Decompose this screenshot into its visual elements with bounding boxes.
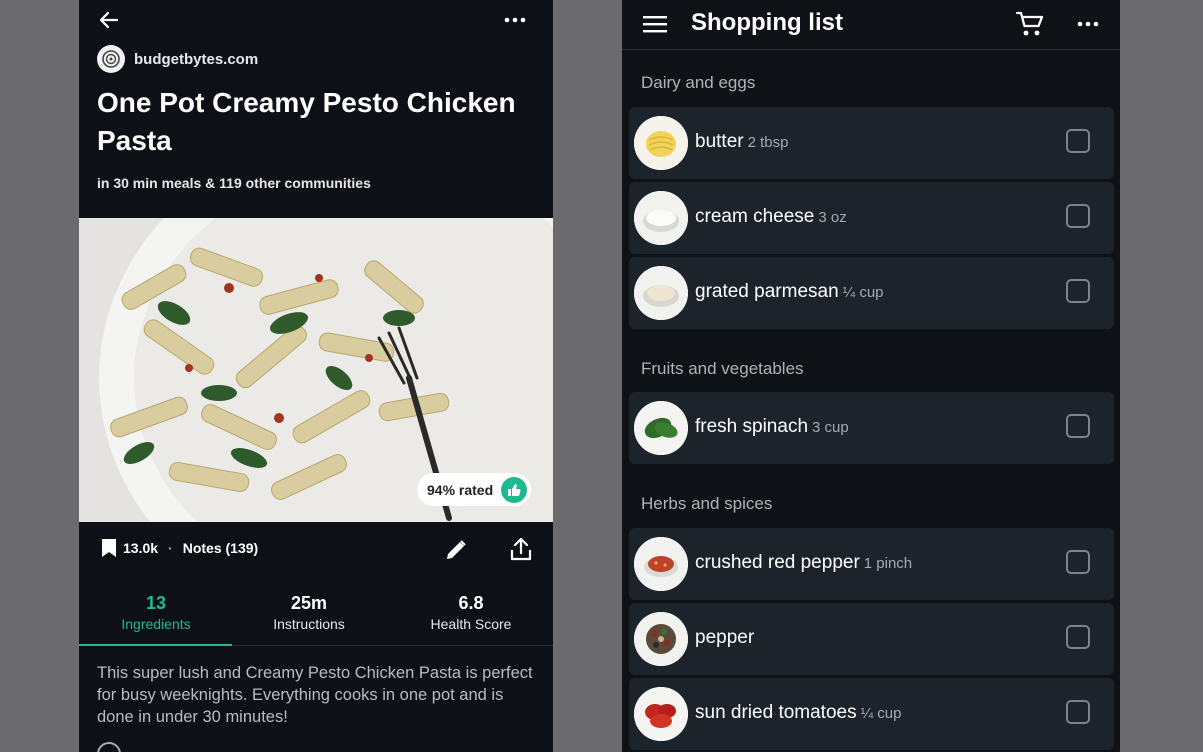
item-quantity: ¼ cup (860, 705, 902, 722)
shopping-topbar: Shopping list (622, 0, 1120, 50)
item-quantity: 3 oz (818, 209, 847, 226)
item-label: grated parmesan ¼ cup (695, 281, 884, 303)
crushed-red-pepper-image (634, 537, 688, 591)
list-item-butter[interactable]: butter 2 tbsp (629, 107, 1114, 179)
item-checkbox[interactable] (1066, 129, 1090, 153)
item-quantity: 3 cup (812, 419, 849, 436)
edit-pencil-icon[interactable] (444, 538, 468, 562)
rating-label: 94% rated (427, 481, 494, 498)
shopping-list-screen: Shopping list Dairy and eggs butter 2 tbs… (622, 0, 1120, 752)
recipe-screen: budgetbytes.com One Pot Creamy Pesto Chi… (79, 0, 553, 752)
item-checkbox[interactable] (1066, 550, 1090, 574)
thumbs-up-icon (501, 476, 528, 503)
pepper-image (634, 612, 688, 666)
item-name: sun dried tomatoes (695, 702, 857, 723)
item-name: cream cheese (695, 206, 815, 227)
item-label: cream cheese 3 oz (695, 206, 847, 228)
list-item-pepper[interactable]: pepper (629, 603, 1114, 675)
item-name: butter (695, 131, 744, 152)
item-label: fresh spinach 3 cup (695, 416, 849, 438)
item-label: crushed red pepper 1 pinch (695, 552, 912, 574)
section-herbs-and-spices: Herbs and spices (641, 494, 773, 513)
section-fruits-and-vegetables: Fruits and vegetables (641, 359, 804, 378)
separator-dot: · (168, 540, 173, 556)
saves-and-notes: 13.0k · Notes (139) (101, 538, 258, 558)
shopping-list-title: Shopping list (691, 9, 843, 36)
more-options-icon[interactable] (1076, 14, 1100, 34)
item-label: butter 2 tbsp (695, 131, 788, 153)
section-dairy-and-eggs: Dairy and eggs (641, 73, 756, 92)
tab-instructions-label: Instructions (273, 616, 345, 632)
saves-count: 13.0k (123, 540, 159, 556)
tab-health-score[interactable]: 6.8 Health Score (396, 585, 546, 632)
recipe-topbar (79, 0, 553, 40)
recipe-communities[interactable]: in 30 min meals & 119 other communities (97, 175, 371, 191)
item-checkbox[interactable] (1066, 700, 1090, 724)
cream-cheese-image (634, 191, 688, 245)
item-checkbox[interactable] (1066, 414, 1090, 438)
tab-instructions[interactable]: 25m Instructions (234, 585, 384, 632)
cart-icon[interactable] (1016, 11, 1044, 37)
item-name: pepper (695, 627, 755, 648)
tab-health-score-label: Health Score (430, 616, 512, 632)
recipe-actions-bar: 13.0k · Notes (139) (79, 522, 553, 578)
rating-badge[interactable]: 94% rated (417, 473, 532, 506)
item-name: crushed red pepper (695, 552, 860, 573)
item-checkbox[interactable] (1066, 204, 1090, 228)
source-name[interactable]: budgetbytes.com (134, 51, 258, 68)
item-checkbox[interactable] (1066, 279, 1090, 303)
active-tab-indicator (79, 644, 232, 646)
notes-link[interactable]: Notes (139) (183, 540, 258, 556)
share-icon[interactable] (509, 536, 533, 562)
tab-ingredients-label: Ingredients (121, 616, 191, 632)
item-checkbox[interactable] (1066, 625, 1090, 649)
item-quantity: 2 tbsp (747, 134, 789, 151)
tab-ingredients[interactable]: 13 Ingredients (81, 585, 231, 632)
list-item-cream-cheese[interactable]: cream cheese 3 oz (629, 182, 1114, 254)
item-label: pepper (695, 627, 758, 649)
grated-parmesan-image (634, 266, 688, 320)
butter-image (634, 116, 688, 170)
list-item-sun-dried-tomatoes[interactable]: sun dried tomatoes ¼ cup (629, 678, 1114, 750)
item-quantity: 1 pinch (863, 555, 913, 572)
source-logo-icon (97, 45, 125, 73)
hamburger-menu-icon[interactable] (643, 14, 667, 34)
fresh-spinach-image (634, 401, 688, 455)
list-item-fresh-spinach[interactable]: fresh spinach 3 cup (629, 392, 1114, 464)
item-label: sun dried tomatoes ¼ cup (695, 702, 901, 724)
recipe-description: This super lush and Creamy Pesto Chicken… (97, 664, 533, 726)
recipe-title: One Pot Creamy Pesto Chicken Pasta (97, 87, 516, 156)
list-item-grated-parmesan[interactable]: grated parmesan ¼ cup (629, 257, 1114, 329)
clock-icon (97, 742, 121, 752)
item-name: grated parmesan (695, 281, 839, 302)
item-quantity: ¼ cup (842, 284, 884, 301)
more-options-icon[interactable] (503, 10, 527, 30)
item-name: fresh spinach (695, 416, 809, 437)
recipe-source[interactable]: budgetbytes.com (97, 45, 258, 73)
bookmark-icon[interactable] (101, 538, 117, 558)
sun-dried-tomatoes-image (634, 687, 688, 741)
recipe-tabs: 13 Ingredients 25m Instructions 6.8 Heal… (79, 585, 553, 646)
list-item-crushed-red-pepper[interactable]: crushed red pepper 1 pinch (629, 528, 1114, 600)
back-arrow-icon[interactable] (97, 8, 121, 32)
